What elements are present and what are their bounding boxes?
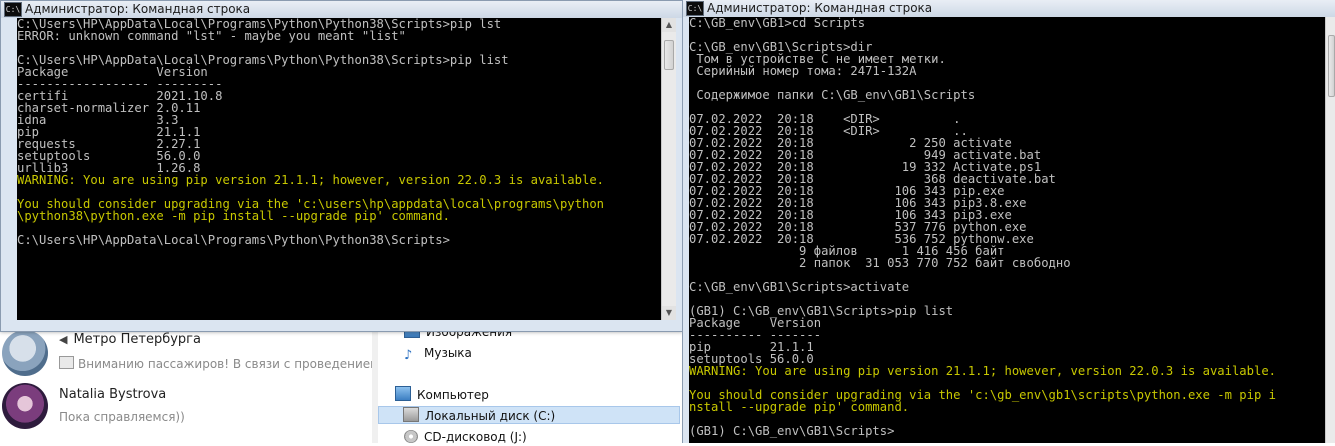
cmd-window-left[interactable]: C:\ Администратор: Командная строка C:\U… (0, 0, 683, 332)
console-line: C:\Users\HP\AppData\Local\Programs\Pytho… (17, 233, 450, 247)
chat-preview: Вниманию пассажиров! В связи с проведени… (59, 356, 379, 371)
image-icon (59, 356, 74, 369)
avatar (2, 330, 48, 376)
nav-item-local-disk[interactable]: Локальный диск (C:) (378, 406, 680, 424)
nav-item-label: Локальный диск (C:) (425, 409, 556, 423)
scroll-down-icon[interactable]: ▼ (662, 306, 676, 320)
console-line: 2 папок 31 053 770 752 байт свободно (689, 256, 1071, 270)
nav-item-label: Компьютер (417, 388, 489, 402)
cd-icon (404, 430, 418, 443)
chat-preview-text: Вниманию пассажиров! В связи с проведени… (78, 357, 380, 371)
window-title: Администратор: Командная строка (707, 1, 933, 15)
nav-item-music[interactable]: ♪ Музыка (404, 344, 472, 362)
console-icon: C:\ (4, 2, 22, 17)
scrollbar-thumb[interactable] (1328, 35, 1335, 97)
computer-icon (395, 386, 411, 401)
vertical-scrollbar[interactable]: ▲ ▼ (661, 18, 676, 320)
console-line: WARNING: You are using pip version 21.1.… (17, 173, 604, 187)
vertical-scrollbar[interactable] (1325, 17, 1335, 443)
chat-title-text: Метро Петербурга (73, 332, 201, 347)
console-line: C:\GB_env\GB1>cd Scripts (689, 17, 866, 30)
chat-preview: Пока справляемся)) (59, 410, 185, 424)
disk-icon (403, 407, 419, 422)
scroll-up-icon[interactable]: ▲ (662, 18, 676, 32)
title-bar[interactable]: C:\ Администратор: Командная строка (683, 0, 1335, 17)
chat-title: Natalia Bystrova (59, 387, 167, 402)
console-line: WARNING: You are using pip version 21.1.… (689, 364, 1276, 378)
console-line: Содержимое папки C:\GB_env\GB1\Scripts (689, 88, 976, 102)
console-output[interactable]: C:\GB_env\GB1>cd Scripts C:\GB_env\GB1\Sc… (689, 17, 1325, 443)
music-icon: ♪ (404, 348, 413, 363)
window-frame (1, 320, 682, 331)
speaker-icon: ◀ (59, 333, 68, 346)
nav-item-cd-drive[interactable]: CD-дисковод (J:) (404, 428, 527, 446)
avatar (2, 383, 48, 429)
console-line: nstall --upgrade pip' command. (689, 400, 910, 414)
console-line: (GB1) C:\GB_env\GB1\Scripts> (689, 424, 895, 438)
window-title: Администратор: Командная строка (25, 2, 251, 16)
nav-item-label: Музыка (424, 346, 472, 360)
console-line: \python38\python.exe -m pip install --up… (17, 209, 450, 223)
chat-title: ◀ Метро Петербурга (59, 332, 201, 347)
chat-item-natalia[interactable]: Natalia Bystrova Пока справляемся)) (0, 380, 372, 438)
scrollbar-thumb[interactable] (664, 40, 674, 70)
cmd-window-right[interactable]: C:\ Администратор: Командная строка C:\G… (682, 0, 1335, 443)
nav-item-label: CD-дисковод (J:) (424, 430, 527, 444)
console-icon: C:\ (686, 1, 704, 16)
console-line: Серийный номер тома: 2471-132A (689, 64, 917, 78)
console-line: C:\GB_env\GB1\Scripts>activate (689, 280, 910, 294)
console-line: ERROR: unknown command "lst" - maybe you… (17, 29, 406, 43)
nav-item-computer[interactable]: Компьютер (395, 386, 489, 404)
console-output[interactable]: C:\Users\HP\AppData\Local\Programs\Pytho… (17, 18, 661, 320)
title-bar[interactable]: C:\ Администратор: Командная строка (1, 1, 682, 18)
